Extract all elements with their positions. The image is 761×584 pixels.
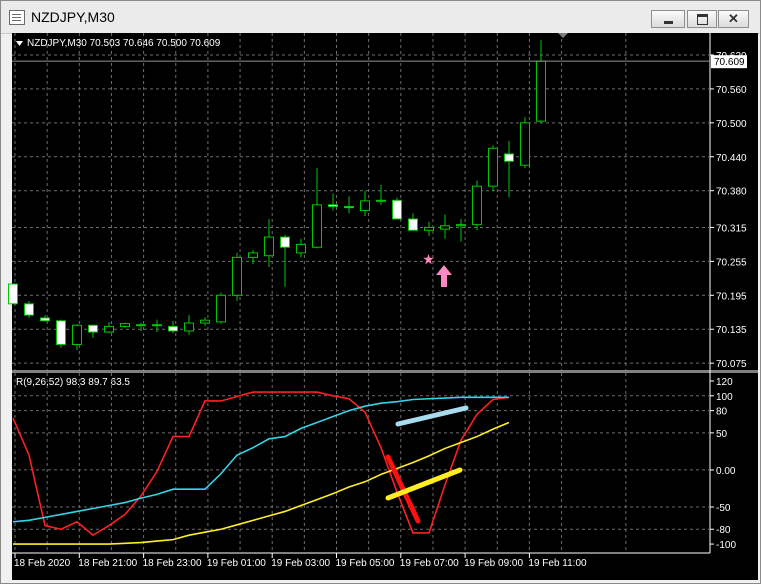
bull-candle [296,243,306,254]
bull-candle [216,294,226,323]
time-label: 18 Feb 2020 [14,558,71,569]
bear-candle [392,199,402,220]
symbol-info: NZDJPY,M30 70.503 70.646 70.500 70.609 [27,38,221,49]
bear-candle [504,153,514,162]
price-label: 70.315 [716,223,747,234]
bear-candle [280,236,290,248]
indicator-chart-area [12,373,710,553]
time-label: 19 Feb 01:00 [207,558,266,569]
bull-candle [360,200,370,211]
indicator-info: R(9,26,52) 98.3 89.7 63.5 [16,377,130,388]
price-label: 70.255 [716,257,747,268]
bull-candle [200,319,210,324]
price-label: 70.560 [716,85,747,96]
price-scale [710,33,758,370]
bear-candle [88,324,98,333]
time-label: 19 Feb 03:00 [271,558,330,569]
bear-candle [136,324,146,327]
bull-candle [312,204,322,248]
current-price-label: 70.609 [714,57,745,68]
indicator-label: -100 [716,540,736,551]
bull-candle [376,199,386,202]
bear-candle [56,320,66,346]
bull-candle [264,236,274,257]
bear-candle [344,206,354,209]
bear-candle [24,303,34,316]
bull-candle [488,147,498,187]
time-label: 19 Feb 05:00 [336,558,395,569]
bull-candle [120,323,130,327]
time-label: 19 Feb 09:00 [464,558,523,569]
bull-candle [232,256,242,296]
price-label: 70.075 [716,359,747,370]
time-label: 18 Feb 21:00 [78,558,137,569]
indicator-label: -50 [716,503,731,514]
bull-candle [424,226,434,231]
bull-candle [104,325,114,333]
indicator-label: 100 [716,392,733,403]
pane-separator[interactable] [12,370,758,373]
indicator-label: 50 [716,429,728,440]
price-label: 70.440 [716,153,747,164]
bull-candle [248,252,258,258]
bear-candle [40,317,50,322]
bull-candle [152,324,162,327]
bull-candle [72,324,82,346]
price-label: 70.380 [716,187,747,198]
bull-candle [440,225,450,230]
time-label: 18 Feb 23:00 [143,558,202,569]
time-label: 19 Feb 11:00 [528,558,587,569]
price-label: 70.500 [716,119,747,130]
time-label: 19 Feb 07:00 [400,558,459,569]
indicator-label: 120 [716,377,733,388]
bull-candle [536,60,546,122]
bear-candle [168,325,178,332]
bear-candle [328,204,338,208]
bear-candle [8,283,18,305]
indicator-label: 80 [716,407,728,418]
price-label: 70.135 [716,325,747,336]
bull-candle [184,322,194,332]
bull-candle [520,122,530,166]
indicator-label: 0.00 [716,466,736,477]
price-label: 70.195 [716,291,747,302]
bear-candle [408,218,418,231]
indicator-label: -80 [716,525,731,536]
chart-canvas[interactable]: 70.62070.56070.50070.44070.38070.31570.2… [0,0,761,584]
bull-candle [472,185,482,226]
bull-candle [456,224,466,227]
